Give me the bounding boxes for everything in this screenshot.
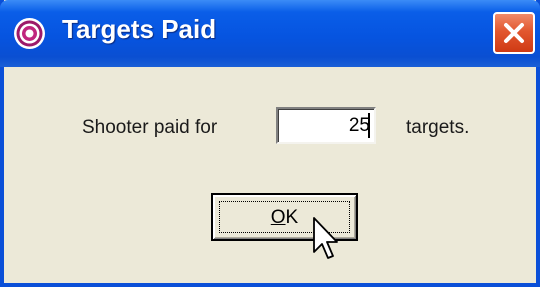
shooter-paid-label: Shooter paid for bbox=[82, 117, 218, 138]
mouse-pointer-icon bbox=[313, 217, 338, 259]
close-button[interactable] bbox=[493, 12, 535, 54]
text-caret bbox=[368, 113, 370, 138]
targets-paid-dialog: Targets Paid Shooter paid for targets. O… bbox=[0, 0, 540, 287]
ok-label-rest: K bbox=[285, 207, 299, 228]
title-bar[interactable]: Targets Paid bbox=[0, 0, 540, 67]
close-icon bbox=[504, 23, 524, 43]
targets-label: targets. bbox=[406, 117, 470, 138]
targets-quantity-input[interactable] bbox=[276, 107, 376, 144]
window-title: Targets Paid bbox=[62, 14, 217, 44]
ok-mnemonic: O bbox=[270, 207, 286, 228]
target-icon bbox=[14, 18, 45, 49]
